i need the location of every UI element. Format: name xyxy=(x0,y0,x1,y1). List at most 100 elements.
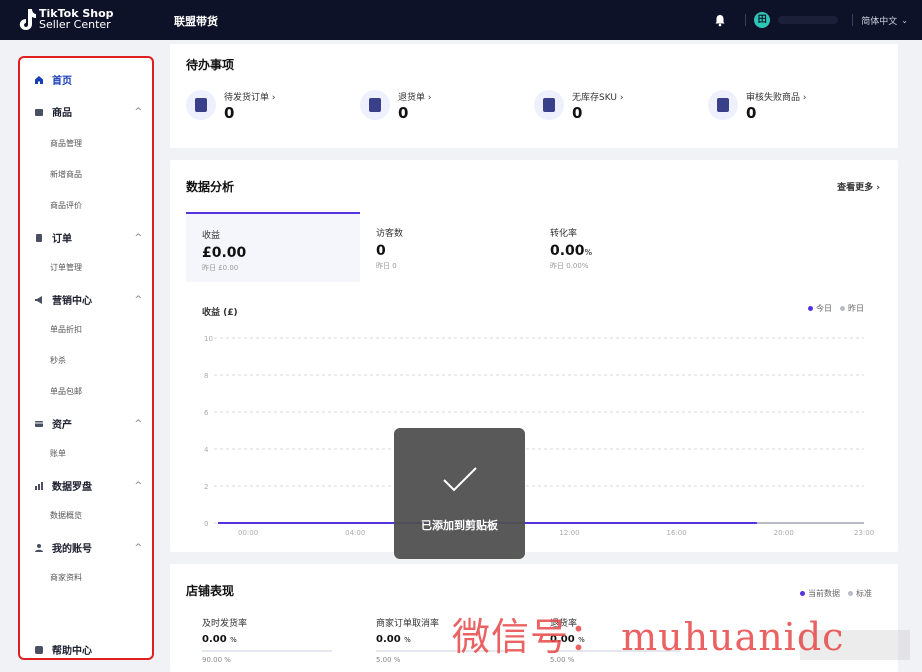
sidebar-group-data-compass[interactable]: 数据罗盘 ^ xyxy=(34,478,142,493)
data-analysis-card: 数据分析 查看更多 › 收益 £0.00 昨日 £0.00 访客数 0 昨日 0… xyxy=(170,160,898,552)
sidebar-group-label: 资产 xyxy=(52,420,72,431)
legend-dot xyxy=(848,591,853,596)
shop-metric-number: 0.00 xyxy=(376,634,401,645)
sidebar-item-product-reviews[interactable]: 商品评价 xyxy=(50,200,82,211)
sidebar-item-home[interactable]: 首页 xyxy=(34,72,142,87)
chevron-up-icon: ^ xyxy=(134,106,142,117)
sidebar-group-products[interactable]: 商品 ^ xyxy=(34,104,142,119)
sidebar-item-flash-sale[interactable]: 秒杀 xyxy=(50,355,66,366)
todo-value: 0 xyxy=(224,104,235,122)
sidebar-group-label: 订单 xyxy=(52,234,72,245)
todo-label: 审核失败商品 › xyxy=(746,93,807,103)
sidebar-item-label: 首页 xyxy=(52,76,72,87)
chevron-up-icon: ^ xyxy=(134,418,142,429)
sidebar-item-help-center[interactable]: 帮助中心 xyxy=(34,642,142,657)
shop-metric-bar xyxy=(202,650,332,652)
x-tick-label: 00:00 xyxy=(238,529,258,537)
sidebar-group-label: 营销中心 xyxy=(52,296,92,307)
watermark-text: 微信号： muhuanidc xyxy=(452,615,845,659)
sidebar-item-merchant-profile[interactable]: 商家资料 xyxy=(50,572,82,583)
x-tick-label: 12:00 xyxy=(559,529,579,537)
shop-metric-unit: % xyxy=(230,636,237,644)
legend-label: 标准 xyxy=(856,589,872,598)
top-bar: TikTok Shop Seller Center 联盟带货 田 简体中文 ⌄ xyxy=(0,0,922,40)
shop-metric-value: 0.00 % xyxy=(202,634,332,645)
username-blurred[interactable] xyxy=(778,16,839,24)
x-tick-label: 23:00 xyxy=(854,529,874,537)
sidebar-group-label: 我的账号 xyxy=(52,544,92,555)
language-label: 简体中文 xyxy=(861,16,898,27)
help-icon xyxy=(35,645,43,654)
check-icon xyxy=(443,467,477,492)
sidebar-group-label: 商品 xyxy=(52,108,72,119)
divider xyxy=(852,14,854,26)
review-failed-icon xyxy=(708,90,738,120)
shop-metric-unit: % xyxy=(404,636,411,644)
todo-title: 待办事项 xyxy=(186,58,235,72)
todo-label: 退货单 › xyxy=(398,93,432,103)
megaphone-icon xyxy=(35,295,42,304)
shop-metric-standard: 90.00 % xyxy=(202,656,231,664)
sidebar-item-label: 帮助中心 xyxy=(52,646,92,657)
shipment-icon xyxy=(186,90,216,120)
y-tick-label: 6 xyxy=(204,409,209,417)
chevron-up-icon: ^ xyxy=(134,480,142,491)
todo-pending-shipment[interactable]: 待发货订单 › 0 xyxy=(186,90,275,122)
y-tick-label: 0 xyxy=(204,520,208,528)
revenue-line-chart: 108642000:0004:0008:0012:0016:0020:0023:… xyxy=(204,335,874,537)
todo-label: 无库存SKU › xyxy=(572,93,624,103)
user-icon xyxy=(35,543,43,552)
todo-returns[interactable]: 退货单 › 0 xyxy=(360,90,431,122)
legend-dot xyxy=(800,591,805,596)
bell-icon[interactable] xyxy=(713,13,727,27)
language-selector[interactable]: 简体中文 ⌄ xyxy=(861,14,908,27)
page-title: 联盟带货 xyxy=(174,15,218,28)
legend-current: 当前数据 xyxy=(800,588,840,599)
chevron-up-icon: ^ xyxy=(134,232,142,243)
legend-standard: 标准 xyxy=(848,588,872,599)
shop-legend: 当前数据 标准 xyxy=(792,588,872,599)
return-icon xyxy=(360,90,390,120)
sidebar-item-product-management[interactable]: 商品管理 xyxy=(50,138,82,149)
x-tick-label: 16:00 xyxy=(667,529,687,537)
todo-value: 0 xyxy=(746,104,757,122)
avatar[interactable]: 田 xyxy=(754,12,771,28)
stock-icon xyxy=(534,90,564,120)
shop-metric-label: 及时发货率 xyxy=(202,619,248,629)
sidebar-group-orders[interactable]: 订单 ^ xyxy=(34,230,142,245)
sidebar-group-my-account[interactable]: 我的账号 ^ xyxy=(34,540,142,555)
y-tick-label: 4 xyxy=(204,446,209,454)
sidebar-item-free-shipping[interactable]: 单品包邮 xyxy=(50,386,82,397)
sidebar-item-data-overview[interactable]: 数据概览 xyxy=(50,510,82,521)
order-icon xyxy=(36,233,42,242)
sidebar-group-marketing[interactable]: 营销中心 ^ xyxy=(34,292,142,307)
shop-metric-ontime-shipping: 及时发货率 0.00 % 90.00 % xyxy=(202,616,332,664)
wallet-icon xyxy=(35,420,43,427)
x-tick-label: 20:00 xyxy=(774,529,794,537)
todo-out-of-stock[interactable]: 无库存SKU › 0 xyxy=(534,90,623,122)
product-icon xyxy=(35,108,43,116)
todo-label: 待发货订单 › xyxy=(224,93,276,103)
sidebar: 首页 商品 ^ 商品管理 新增商品 商品评价 订单 ^ 订单管理 营销中心 ^ … xyxy=(18,56,154,660)
bar-chart-icon xyxy=(35,481,43,490)
tiktok-shop-logo[interactable]: TikTok Shop Seller Center xyxy=(14,7,114,31)
sidebar-group-finance[interactable]: 资产 ^ xyxy=(34,416,142,431)
todo-review-failed[interactable]: 审核失败商品 › 0 xyxy=(708,90,806,122)
x-tick-label: 04:00 xyxy=(345,529,365,537)
chevron-up-icon: ^ xyxy=(134,542,142,553)
todo-card: 待办事项 待发货订单 › 0 退货单 › 0 无库存SKU › 0 审核失败商品… xyxy=(170,44,898,148)
todo-value: 0 xyxy=(398,104,409,122)
shop-title: 店铺表现 xyxy=(186,584,235,598)
sidebar-item-product-discount[interactable]: 单品折扣 xyxy=(50,324,82,335)
legend-label: 当前数据 xyxy=(808,589,840,598)
sidebar-item-bills[interactable]: 账单 xyxy=(50,448,66,459)
clipboard-toast: 已添加到剪贴板 xyxy=(394,428,525,559)
divider xyxy=(745,14,747,26)
sidebar-group-label: 数据罗盘 xyxy=(52,482,92,493)
y-tick-label: 2 xyxy=(204,483,208,491)
y-tick-label: 8 xyxy=(204,372,208,380)
sidebar-item-add-product[interactable]: 新增商品 xyxy=(50,169,82,180)
sidebar-item-order-management[interactable]: 订单管理 xyxy=(50,262,82,273)
tiktok-note-icon xyxy=(19,9,36,30)
y-tick-label: 10 xyxy=(204,335,213,343)
